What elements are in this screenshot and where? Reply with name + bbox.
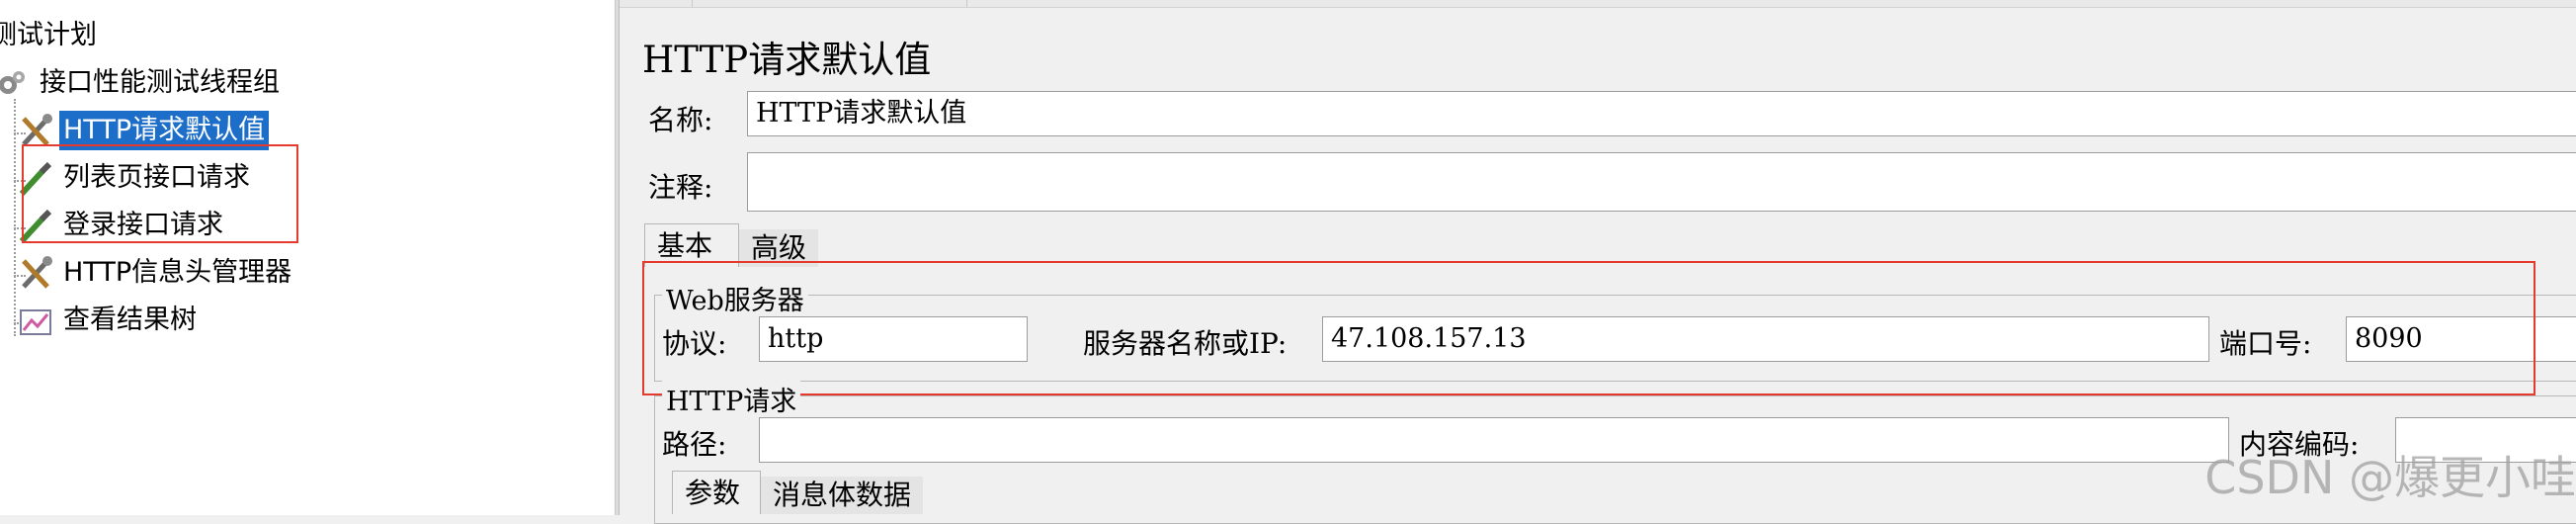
http-request-group-title: HTTP请求 <box>662 380 801 418</box>
tree-item-label: 接口性能测试线程组 <box>40 67 280 98</box>
annotation-box-requests <box>22 144 298 243</box>
name-label: 名称: <box>648 104 713 136</box>
tree-item-label: 查看结果树 <box>63 305 197 335</box>
chart-icon <box>16 301 55 340</box>
element-editor: HTTP请求默认值 名称: HTTP请求默认值 注释: 基本 高级 Web服务器… <box>621 8 2576 524</box>
page-title: HTTP请求默认值 <box>642 39 932 81</box>
path-label: 路径: <box>662 428 727 461</box>
tree-item-thread-group[interactable]: 接口性能测试线程组 <box>0 61 284 105</box>
comment-label: 注释: <box>648 171 713 204</box>
tree-item-test-plan[interactable]: 测试计划 <box>0 14 101 57</box>
wrench-icon <box>16 253 55 293</box>
tree-item-label: HTTP信息头管理器 <box>63 257 292 288</box>
test-plan-tree: 测试计划 接口性能测试线程组 HTTP请求默认值 列表页接口请求 登录接口请求 … <box>0 0 616 515</box>
tab-parameters[interactable]: 参数 <box>672 471 761 514</box>
annotation-box-web-server <box>642 261 2535 395</box>
comment-field[interactable] <box>747 152 2576 212</box>
gear-icon <box>0 63 32 103</box>
watermark: CSDN @爆更小哇 <box>2204 451 2576 504</box>
tree-item-result-tree[interactable]: 查看结果树 <box>16 299 201 342</box>
tree-item-header-manager[interactable]: HTTP信息头管理器 <box>16 251 295 295</box>
path-field[interactable] <box>759 417 2229 463</box>
tab-body-data[interactable]: 消息体数据 <box>761 477 924 514</box>
tree-item-label: 测试计划 <box>0 20 97 50</box>
name-field[interactable]: HTTP请求默认值 <box>747 91 2576 136</box>
